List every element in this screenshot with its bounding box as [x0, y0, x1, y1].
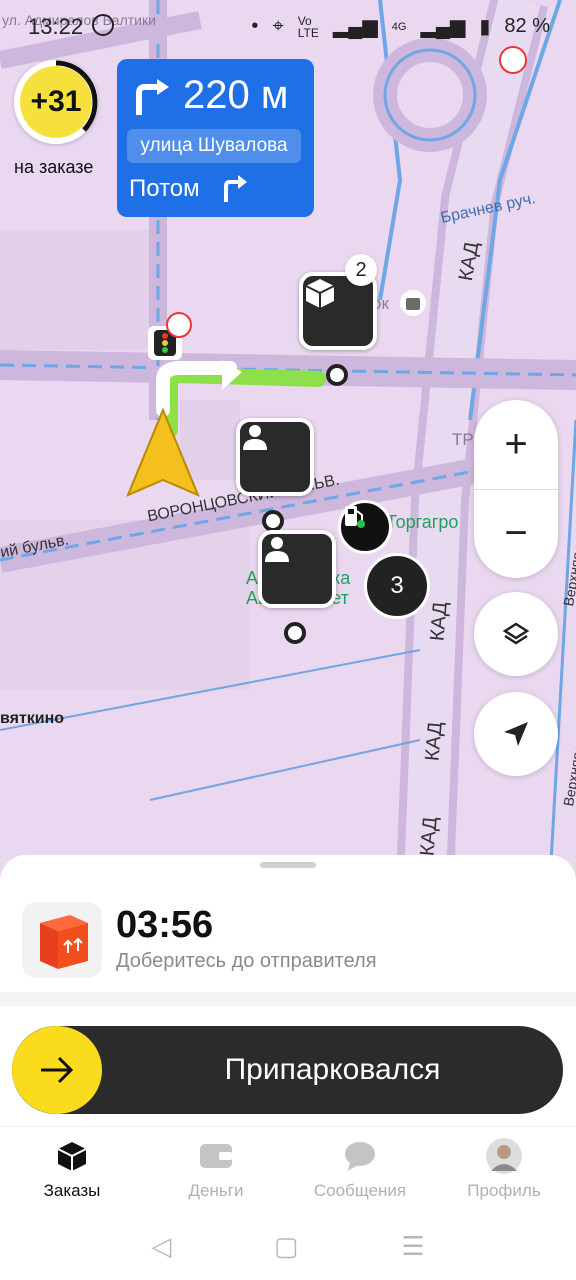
system-nav-bar: ◁ ▢ ☰ — [0, 1212, 576, 1280]
avatar-icon — [485, 1138, 523, 1174]
status-time: 13:22 — [28, 14, 84, 39]
map-label-kad: КАД — [416, 815, 442, 857]
person-icon — [265, 537, 289, 562]
arrow-right-icon — [41, 1056, 74, 1084]
map-label-vyatkino: вяткино — [0, 710, 65, 727]
cluster-marker[interactable]: 3 — [364, 553, 430, 619]
dot-icon: • — [251, 15, 259, 37]
tab-profile[interactable]: Профиль — [432, 1127, 576, 1213]
map-label-kad: КАД — [426, 600, 452, 642]
pin-anchor — [262, 510, 284, 532]
slide-knob[interactable] — [12, 1026, 102, 1114]
wallet-icon — [199, 1139, 233, 1173]
fuel-station-icon[interactable] — [338, 500, 392, 554]
pin-anchor — [326, 364, 348, 386]
map-label-kad: КАД — [421, 720, 447, 762]
sender-pin[interactable] — [236, 418, 314, 496]
signal-icon: ▂▄▆ — [420, 16, 466, 38]
chat-icon — [344, 1139, 376, 1173]
pin-count-badge: 2 — [345, 254, 377, 286]
box-icon — [305, 279, 335, 308]
turn-distance: 220 м — [183, 73, 289, 117]
tab-orders[interactable]: Заказы — [0, 1127, 144, 1213]
tab-messages[interactable]: Сообщения — [288, 1127, 432, 1213]
pin-anchor — [284, 622, 306, 644]
next-turn-right-icon — [224, 175, 247, 202]
back-icon[interactable]: ◁ — [151, 1231, 171, 1262]
next-street-name: улица Шувалова — [127, 129, 301, 163]
tab-label: Сообщения — [313, 1181, 407, 1200]
bonus-label: на заказе — [14, 157, 94, 177]
fuel-pump-glyph — [345, 506, 365, 528]
bottom-tab-bar: Заказы Деньги Сообщения Профиль — [0, 1126, 576, 1213]
map-label-torgagro: Торгагро — [386, 512, 459, 532]
network-type: 4G — [391, 20, 407, 33]
zoom-out-button[interactable]: − — [474, 490, 558, 579]
order-step-text: Доберитесь до отправителя — [116, 950, 377, 972]
zoom-in-button[interactable]: + — [474, 400, 558, 489]
battery-icon: ▮ — [479, 16, 491, 38]
tab-money[interactable]: Деньги — [144, 1127, 288, 1213]
bonus-progress-ring — [55, 60, 98, 132]
sheet-drag-handle[interactable] — [260, 862, 316, 868]
box-icon — [56, 1139, 88, 1173]
parcel-box-glyph — [40, 915, 88, 969]
layers-button[interactable] — [474, 592, 558, 676]
layers-icon — [502, 622, 530, 645]
turn-right-icon — [136, 79, 169, 115]
eta-timer: 03:56 — [116, 904, 214, 946]
tab-label: Профиль — [467, 1181, 541, 1200]
parcel-icon — [22, 902, 102, 978]
parked-slide-label: Припарковался — [224, 1053, 441, 1086]
recipient-pin[interactable] — [258, 530, 336, 608]
menu-icon[interactable]: ☰ — [401, 1231, 424, 1262]
tab-label: Деньги — [188, 1181, 244, 1200]
navigation-instruction-card[interactable]: 220 м улица Шувалова Потом — [117, 59, 314, 217]
volte-icon: Vo LTE — [297, 13, 319, 40]
home-icon[interactable]: ▢ — [274, 1231, 299, 1262]
signal-icon: ▂▄▆ — [332, 16, 378, 38]
status-bar: 13:22 • ⌖ Vo LTE ▂▄▆ 4G ▂▄▆ ▮ 82 % — [0, 0, 576, 54]
navigation-arrow-icon — [504, 722, 528, 746]
location-icon: ⌖ — [272, 15, 284, 37]
my-location-button[interactable] — [474, 692, 558, 776]
zoom-controls: + − — [474, 400, 558, 578]
section-divider — [0, 992, 576, 1006]
battery-percent: 82 % — [504, 15, 550, 37]
map-label-tr: ТР — [452, 430, 474, 449]
tab-label: Заказы — [43, 1181, 101, 1200]
then-label: Потом — [129, 175, 200, 202]
person-icon — [243, 425, 267, 450]
account-icon — [92, 14, 114, 36]
